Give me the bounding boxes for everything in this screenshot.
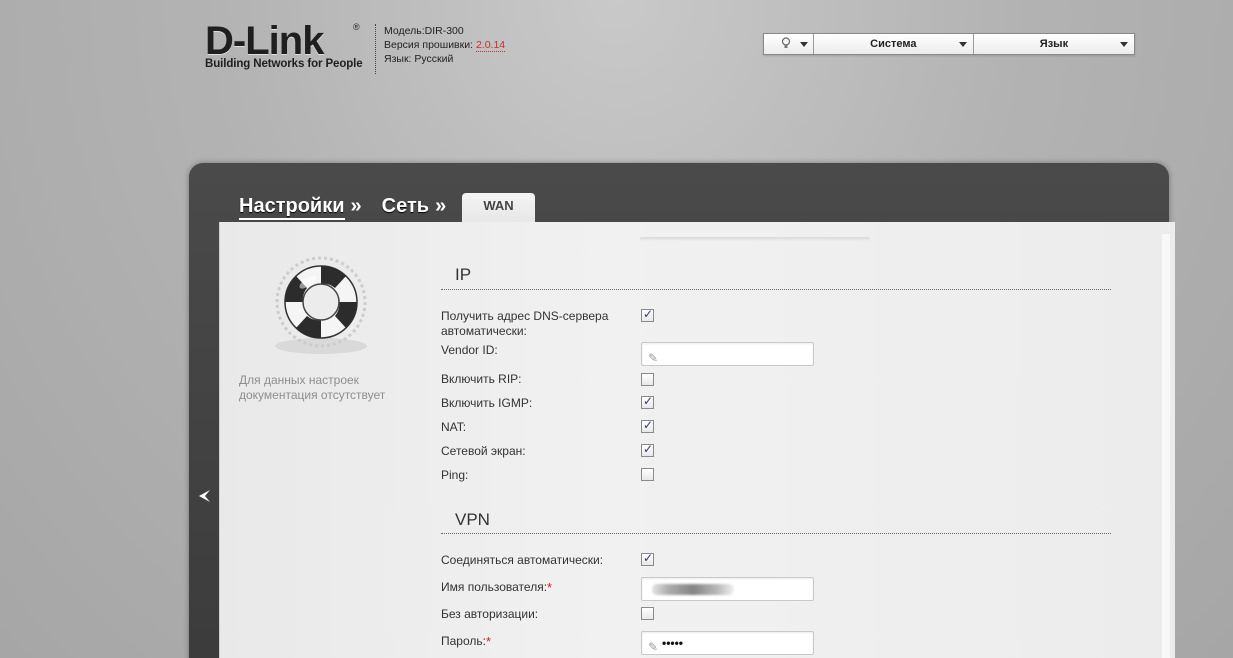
lightbulb-icon: [781, 37, 791, 53]
no-auth-label: Без авторизации:: [441, 607, 539, 621]
breadcrumb: Настройки » Сеть »: [239, 195, 466, 220]
password-label-text: Пароль:: [441, 634, 486, 648]
firmware-label: Версия прошивки:: [384, 39, 474, 51]
language-label: Язык:: [384, 53, 412, 65]
language-line: Язык: Русский: [384, 52, 505, 66]
ping-label: Ping:: [441, 468, 469, 482]
section-title-vpn: VPN: [455, 510, 490, 529]
dlink-logo: D-Link ® Building Networks for People: [205, 19, 363, 70]
breadcrumb-separator: »: [350, 195, 362, 217]
system-menu-label: Система: [870, 38, 917, 50]
firmware-version-link[interactable]: 2.0.14: [475, 39, 506, 52]
vendor-id-label: Vendor ID:: [441, 343, 498, 357]
dns-auto-label: Получить адрес DNS-сервера автоматически…: [441, 309, 609, 338]
language-menu-dropdown[interactable]: Язык: [974, 34, 1134, 54]
pencil-icon: ✎: [648, 640, 659, 654]
model-line: Модель:DIR-300: [384, 24, 505, 38]
ping-checkbox[interactable]: [641, 468, 654, 481]
top-menu: Система Язык: [763, 33, 1135, 55]
required-mark: *: [547, 580, 553, 595]
section-divider: [441, 533, 1111, 534]
section-divider: [441, 289, 1111, 290]
igmp-label: Включить IGMP:: [441, 396, 533, 410]
model-label: Модель:: [384, 25, 425, 37]
redacted-username: [652, 584, 734, 595]
dns-auto-checkbox[interactable]: [641, 307, 654, 322]
logo-registered-mark: ®: [353, 22, 360, 32]
password-label: Пароль:*: [441, 634, 491, 649]
model-value: DIR-300: [424, 25, 464, 37]
rip-label: Включить RIP:: [441, 372, 522, 386]
auto-connect-label: Соединяться автоматически:: [441, 553, 604, 567]
device-info: Модель:DIR-300 Версия прошивки: 2.0.14 Я…: [375, 24, 506, 74]
notifications-dropdown[interactable]: [764, 34, 814, 54]
section-title-ip: IP: [455, 265, 472, 284]
password-value: •••••: [662, 636, 684, 650]
language-value: Русский: [414, 53, 454, 65]
rip-checkbox[interactable]: [641, 373, 654, 386]
breadcrumb-separator: »: [435, 195, 447, 217]
breadcrumb-settings[interactable]: Настройки: [239, 195, 345, 220]
chevron-down-icon: [1120, 42, 1128, 47]
username-field[interactable]: [641, 577, 814, 601]
firewall-checkbox[interactable]: [641, 442, 654, 457]
auto-connect-checkbox[interactable]: [641, 551, 654, 566]
vendor-id-field[interactable]: ✎: [641, 342, 814, 366]
password-field[interactable]: ✎ •••••: [641, 631, 814, 655]
igmp-checkbox[interactable]: [641, 394, 654, 409]
scroll-shadow: [640, 237, 870, 241]
username-label: Имя пользователя:*: [441, 580, 552, 595]
chevron-down-icon: [958, 42, 967, 47]
lifebuoy-icon: [266, 250, 376, 358]
left-arrow-icon[interactable]: [197, 488, 211, 509]
firmware-line: Версия прошивки: 2.0.14: [384, 38, 506, 52]
system-menu-dropdown[interactable]: Система: [814, 34, 974, 54]
breadcrumb-network[interactable]: Сеть: [382, 195, 429, 218]
nat-label: NAT:: [441, 420, 467, 434]
username-label-text: Имя пользователя:: [441, 580, 548, 594]
logo-text: D-Link: [205, 19, 324, 63]
chevron-down-icon: [799, 42, 808, 47]
firewall-label: Сетевой экран:: [441, 444, 526, 458]
no-auth-checkbox[interactable]: [641, 607, 654, 620]
scrollbar[interactable]: [1162, 234, 1170, 658]
required-mark: *: [485, 634, 492, 649]
nat-checkbox[interactable]: [641, 418, 654, 433]
pencil-icon: ✎: [648, 351, 659, 365]
logo-tagline: Building Networks for People: [205, 58, 363, 70]
tab-wan[interactable]: WAN: [462, 193, 535, 224]
help-text: Для данных настроек документация отсутст…: [239, 373, 386, 402]
language-menu-label: Язык: [1039, 38, 1069, 50]
